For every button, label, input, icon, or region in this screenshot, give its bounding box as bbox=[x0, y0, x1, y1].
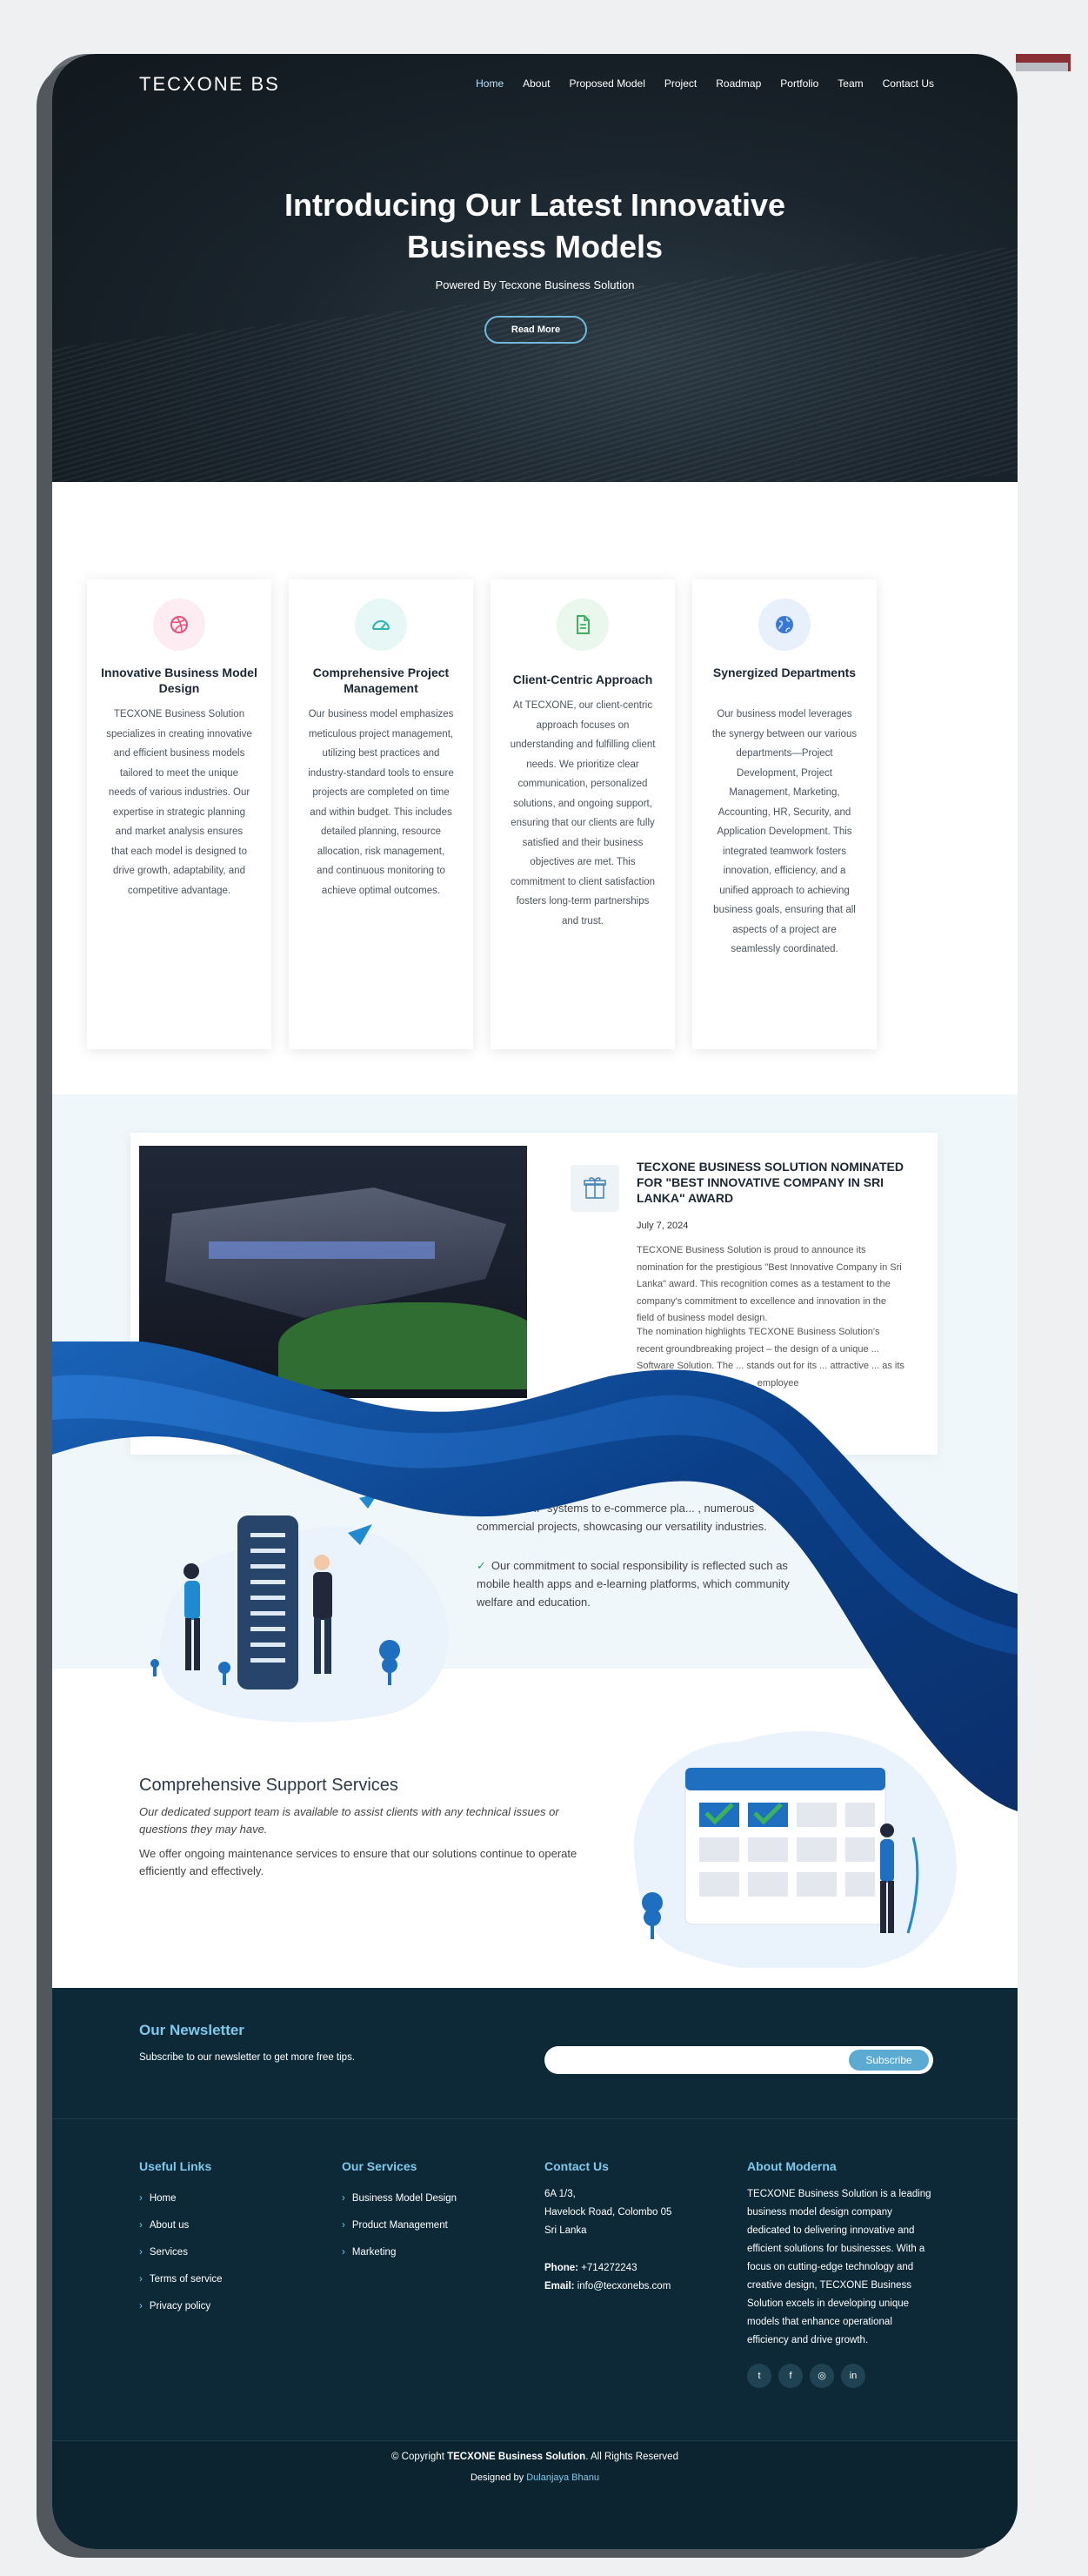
dribbble-icon bbox=[153, 599, 205, 651]
designer-credit: Designed by Dulanjaya Bhanu bbox=[52, 2472, 1018, 2483]
diversified-item-text: Our commitment to social responsibility … bbox=[477, 1559, 790, 1609]
feature-card: Client-Centric Approach At TECXONE, our … bbox=[491, 579, 675, 1049]
address-line: Sri Lanka bbox=[544, 2225, 587, 2236]
card-text: TECXONE Business Solution specializes in… bbox=[106, 709, 252, 896]
nav-roadmap[interactable]: Roadmap bbox=[716, 77, 761, 90]
footer-services: Our Services Business Model Design Produ… bbox=[342, 2159, 457, 2266]
check-icon: ✓ bbox=[477, 1559, 486, 1572]
award-paragraph: The nomination highlights TECXONE Busine… bbox=[637, 1327, 904, 1388]
footer-contact: Contact Us 6A 1/3, Havelock Road, Colomb… bbox=[544, 2159, 671, 2296]
email-value[interactable]: info@tecxonebs.com bbox=[577, 2281, 671, 2292]
card-text: Our business model leverages the synergy… bbox=[711, 709, 858, 954]
footer-link-about[interactable]: About us bbox=[139, 2212, 223, 2239]
nav-about[interactable]: About bbox=[523, 77, 550, 90]
email-line: Email: info@tecxonebs.com bbox=[544, 2278, 671, 2296]
footer-heading: About Moderna bbox=[747, 2159, 837, 2173]
footer-link-product-management[interactable]: Product Management bbox=[342, 2212, 457, 2239]
email-label: Email: bbox=[544, 2281, 575, 2292]
check-icon: ✓ bbox=[477, 1502, 486, 1515]
phone-line: Phone: +714272243 bbox=[544, 2259, 671, 2278]
newsletter-title: Our Newsletter bbox=[139, 2022, 244, 2038]
globe-icon bbox=[758, 599, 811, 651]
copyright-prefix: © Copyright bbox=[391, 2452, 444, 2462]
footer-link-home[interactable]: Home bbox=[139, 2185, 223, 2212]
address-line: 6A 1/3, bbox=[544, 2189, 576, 2199]
footer-link-services[interactable]: Services bbox=[139, 2239, 223, 2266]
footer-link-terms[interactable]: Terms of service bbox=[139, 2266, 223, 2293]
site-logo[interactable]: TECXONE BS bbox=[139, 73, 280, 96]
support-text: We offer ongoing maintenance services to… bbox=[139, 1847, 577, 1877]
designer-link[interactable]: Dulanjaya Bhanu bbox=[526, 2472, 599, 2483]
footer-about: About Moderna TECXONE Business Solution … bbox=[747, 2159, 934, 2388]
building-photo bbox=[139, 1146, 527, 1398]
lawn-shape bbox=[278, 1302, 527, 1389]
read-more-button[interactable]: Read More bbox=[484, 316, 587, 344]
footer-link-privacy[interactable]: Privacy policy bbox=[139, 2293, 223, 2320]
diversified-item: ✓ Our commitment to social responsibility… bbox=[477, 1556, 798, 1611]
gift-icon bbox=[571, 1165, 619, 1212]
diversified-item-text: From ERP systems to e-commerce pla... , … bbox=[477, 1502, 767, 1533]
hero-section: TECXONE BS Home About Proposed Model Pro… bbox=[52, 54, 1018, 482]
speedometer-icon bbox=[355, 599, 407, 651]
nav-portfolio[interactable]: Portfolio bbox=[780, 77, 818, 90]
about-text: TECXONE Business Solution is a leading b… bbox=[747, 2189, 931, 2345]
feature-card: Synergized Departments Our business mode… bbox=[692, 579, 877, 1049]
twitter-icon[interactable]: t bbox=[747, 2364, 771, 2388]
award-paragraph: TECXONE Business Solution is proud to an… bbox=[637, 1245, 902, 1323]
newsletter-subtitle: Subscribe to our newsletter to get more … bbox=[139, 2052, 356, 2063]
copyright-suffix: . All Rights Reserved bbox=[585, 2452, 678, 2462]
address-line: Havelock Road, Colombo 05 bbox=[544, 2207, 672, 2218]
card-text: At TECXONE, our client-centric approach … bbox=[510, 700, 656, 927]
card-title: Innovative Business Model Design bbox=[101, 666, 257, 695]
footer-useful-links: Useful Links Home About us Services Term… bbox=[139, 2159, 223, 2320]
subscribe-button[interactable]: Subscribe bbox=[849, 2050, 929, 2071]
copyright-company: TECXONE Business Solution bbox=[447, 2452, 586, 2462]
award-title: TECXONE BUSINESS SOLUTION NOMINATED FOR … bbox=[637, 1160, 904, 1205]
facebook-icon[interactable]: f bbox=[778, 2364, 803, 2388]
hero-subtitle: Powered By Tecxone Business Solution bbox=[435, 278, 635, 291]
footer-heading: Useful Links bbox=[139, 2159, 212, 2173]
nav-home[interactable]: Home bbox=[476, 77, 504, 90]
card-text: Our business model emphasizes meticulous… bbox=[308, 709, 454, 896]
footer-link-business-model[interactable]: Business Model Design bbox=[342, 2185, 457, 2212]
hero-title: Introducing Our Latest Innovative Busine… bbox=[52, 184, 1018, 268]
main-nav: Home About Proposed Model Project Roadma… bbox=[476, 77, 934, 90]
page: TECXONE BS Home About Proposed Model Pro… bbox=[52, 54, 1018, 2549]
background-accent bbox=[1016, 63, 1068, 71]
feature-card: Innovative Business Model Design TECXONE… bbox=[87, 579, 271, 1049]
card-title: Comprehensive Project Management bbox=[312, 666, 450, 695]
document-icon bbox=[557, 599, 609, 651]
award-date: July 7, 2024 bbox=[637, 1221, 689, 1231]
card-title: Synergized Departments bbox=[712, 666, 857, 679]
nav-team[interactable]: Team bbox=[838, 77, 863, 90]
hero-title-line: Introducing Our Latest Innovative bbox=[284, 187, 786, 223]
linkedin-icon[interactable]: in bbox=[841, 2364, 865, 2388]
copyright-text: © Copyright TECXONE Business Solution. A… bbox=[52, 2452, 1018, 2462]
support-title: Comprehensive Support Services bbox=[139, 1776, 398, 1795]
social-links: t f ◎ in bbox=[747, 2364, 934, 2388]
team-illustration bbox=[150, 1493, 449, 1723]
footer-heading: Contact Us bbox=[544, 2159, 609, 2173]
footer-heading: Our Services bbox=[342, 2159, 417, 2173]
diversified-item: ✓ From ERP systems to e-commerce pla... ,… bbox=[477, 1499, 798, 1536]
building-windows bbox=[209, 1241, 435, 1259]
phone-value[interactable]: +714272243 bbox=[581, 2263, 637, 2273]
card-title: Client-Centric Approach bbox=[512, 672, 653, 686]
hero-title-line: Business Models bbox=[406, 229, 664, 264]
footer-link-marketing[interactable]: Marketing bbox=[342, 2239, 457, 2266]
feature-card: Comprehensive Project Management Our bus… bbox=[289, 579, 473, 1049]
nav-proposed-model[interactable]: Proposed Model bbox=[569, 77, 644, 90]
nav-project[interactable]: Project bbox=[664, 77, 697, 90]
calendar-illustration bbox=[633, 1731, 957, 1968]
diversified-title: Di bbox=[477, 1467, 491, 1484]
phone-label: Phone: bbox=[544, 2263, 578, 2273]
designed-by-label: Designed by bbox=[470, 2472, 524, 2483]
instagram-icon[interactable]: ◎ bbox=[810, 2364, 834, 2388]
support-emphasis: Our dedicated support team is available … bbox=[139, 1805, 559, 1836]
nav-contact[interactable]: Contact Us bbox=[883, 77, 934, 90]
